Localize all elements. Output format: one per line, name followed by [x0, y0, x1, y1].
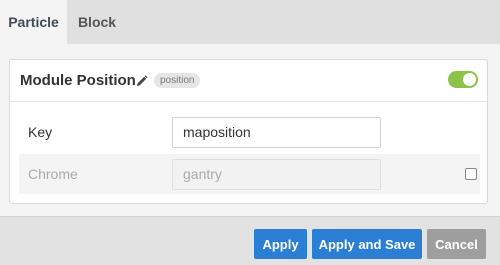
tab-block-label: Block: [77, 14, 117, 30]
tab-particle[interactable]: Particle: [0, 0, 67, 44]
cancel-button[interactable]: Cancel: [427, 229, 486, 259]
key-label: Key: [28, 124, 53, 140]
tab-block[interactable]: Block: [67, 0, 127, 44]
footer: Apply Apply and Save Cancel: [0, 216, 500, 265]
apply-and-save-button[interactable]: Apply and Save: [312, 229, 422, 259]
enable-toggle[interactable]: [448, 71, 478, 88]
card-header: Module Position position: [10, 60, 487, 102]
position-badge: position: [154, 73, 201, 88]
chrome-label: Chrome: [28, 166, 78, 182]
chrome-row: Chrome gantry: [19, 154, 480, 194]
chrome-input[interactable]: gantry: [172, 159, 381, 190]
tab-particle-label: Particle: [8, 14, 59, 30]
module-title: Module Position: [20, 72, 136, 89]
module-card: Module Position position Key maposition …: [9, 59, 488, 204]
tab-bar: Particle Block: [0, 0, 500, 44]
toggle-knob: [463, 73, 476, 86]
chrome-override-checkbox[interactable]: [465, 168, 477, 180]
key-input[interactable]: maposition: [172, 117, 381, 148]
pencil-icon[interactable]: [136, 74, 148, 86]
key-row: Key maposition: [19, 112, 480, 152]
apply-button[interactable]: Apply: [254, 229, 307, 259]
